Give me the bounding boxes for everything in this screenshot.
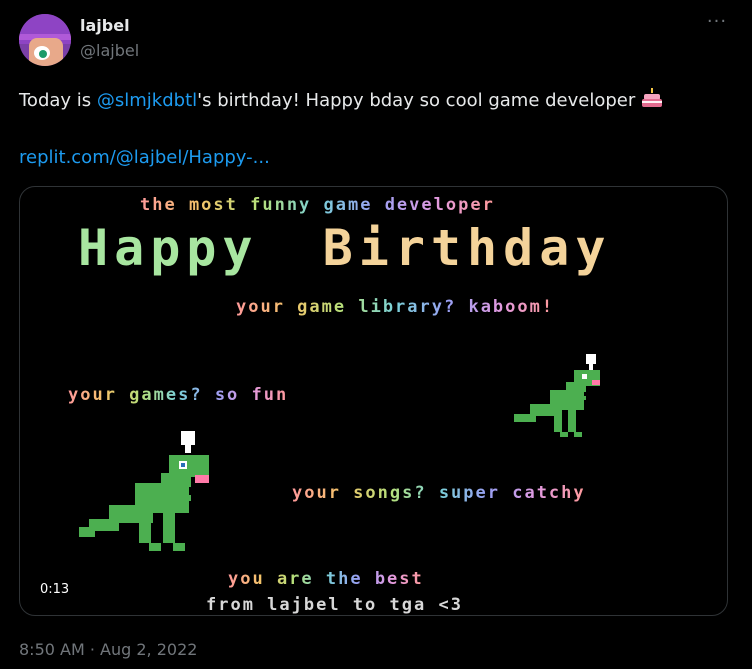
headline-word-birthday: Birthday	[322, 219, 612, 277]
video-headline: Happy Birthday	[78, 219, 611, 277]
video-line-super-catchy: your songs? super catchy	[292, 483, 586, 503]
tweet-timestamp[interactable]: 8:50 AM · Aug 2, 2022	[19, 640, 197, 659]
video-line-from: from lajbel to tga <3	[206, 595, 463, 615]
tweet-prefix: Today is	[19, 90, 97, 111]
video-time-badge: 0:13	[34, 578, 76, 602]
more-dots-icon[interactable]: ···	[704, 13, 730, 36]
tweet-text: Today is @slmjkdbtl's birthday! Happy bd…	[19, 88, 663, 111]
author-handle[interactable]: @lajbel	[80, 41, 139, 60]
mention-link[interactable]: @slmjkdbtl	[97, 90, 197, 111]
small-dino-icon	[514, 354, 600, 437]
video-line-so-fun: your games? so fun	[68, 385, 289, 405]
tweet-suffix: 's birthday! Happy bday so cool game dev…	[197, 90, 636, 111]
tweet-link[interactable]: replit.com/@lajbel/Happy-...	[19, 147, 270, 168]
headline-word-happy: Happy	[78, 219, 259, 277]
video-line-game-library: your game library? kaboom!	[236, 297, 555, 317]
birthday-cake-icon	[642, 88, 663, 107]
video-line-most-funny: the most funny game developer	[140, 195, 495, 215]
author-name[interactable]: lajbel	[80, 16, 130, 35]
video-line-you-are-best: you are the best	[228, 569, 424, 589]
video-player[interactable]: the most funny game developer Happy Birt…	[19, 186, 728, 616]
big-dino-icon	[79, 431, 209, 551]
avatar-pupil	[39, 50, 47, 58]
avatar[interactable]	[19, 14, 71, 66]
